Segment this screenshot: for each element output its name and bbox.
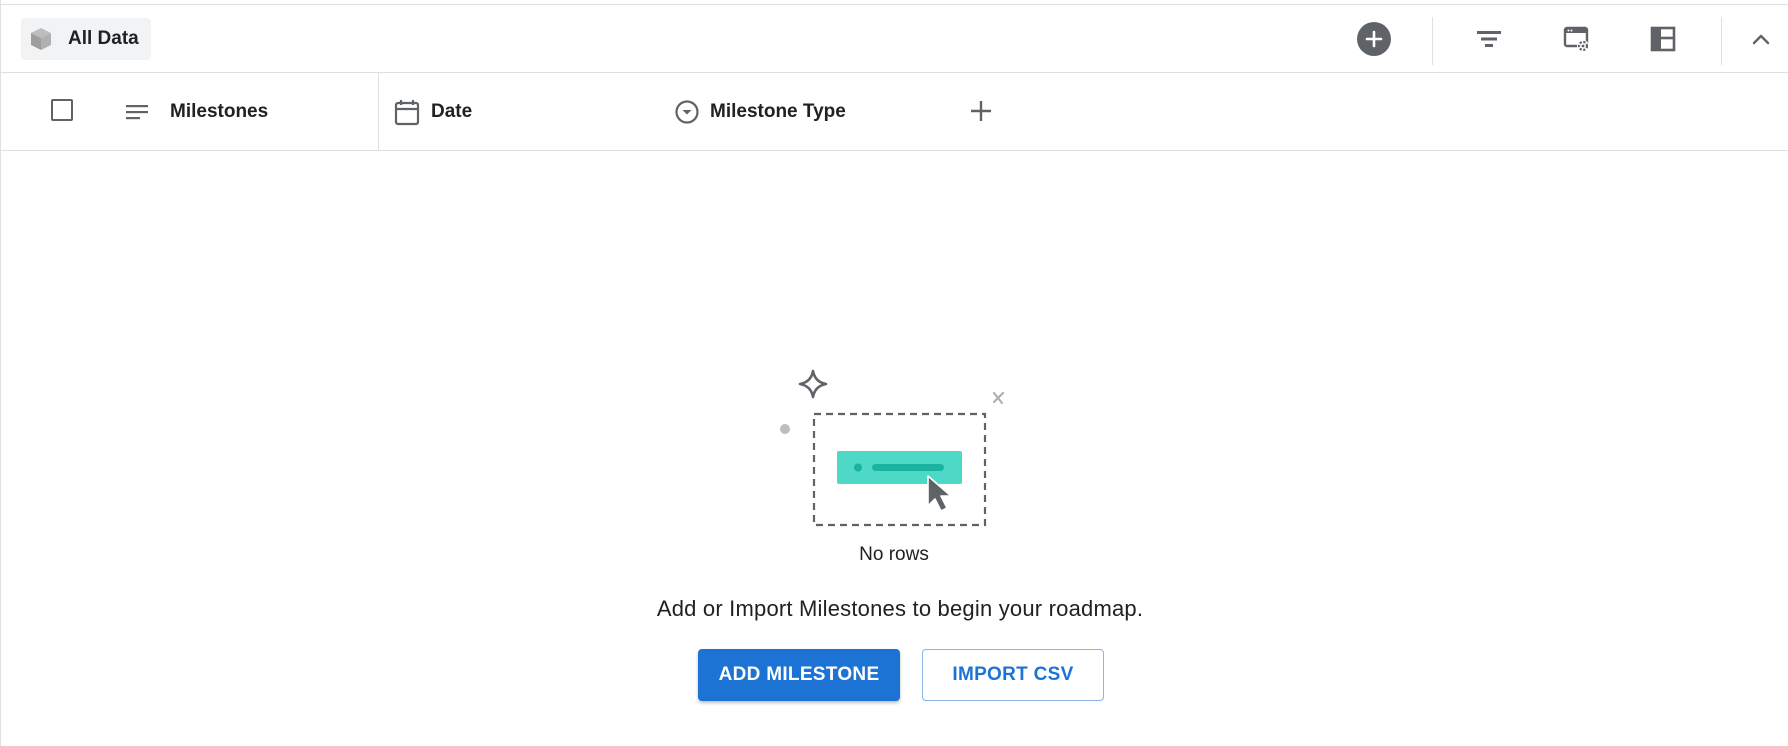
column-label: Date	[431, 100, 473, 122]
column-label: Milestones	[170, 100, 269, 122]
add-record-button[interactable]	[1357, 22, 1391, 56]
plus-icon	[971, 101, 991, 121]
table-header: Milestones Date Milestone Type	[0, 73, 1788, 151]
dot-decoration	[780, 424, 790, 434]
view-selector[interactable]: All Data	[21, 18, 151, 60]
cross-decoration	[992, 391, 1005, 405]
empty-state-title: No rows	[859, 544, 929, 565]
collapse-button[interactable]	[1744, 22, 1778, 56]
add-milestone-button[interactable]: ADD MILESTONE	[698, 649, 900, 701]
chevron-up-icon	[1752, 34, 1770, 45]
toolbar-separator	[1721, 17, 1722, 65]
filter-icon	[1477, 31, 1501, 47]
column-label: Milestone Type	[710, 100, 846, 122]
view-settings-button[interactable]	[1560, 22, 1594, 56]
layout-icon	[1650, 26, 1676, 52]
column-header-date[interactable]: Date	[394, 73, 472, 150]
empty-state-description: Add or Import Milestones to begin your r…	[656, 596, 1144, 621]
dropdown-circle-icon	[674, 99, 700, 125]
view-name: All Data	[68, 28, 139, 49]
column-header-milestone-type[interactable]: Milestone Type	[674, 73, 846, 150]
column-divider	[378, 73, 379, 150]
layout-button[interactable]	[1646, 22, 1680, 56]
cube-icon	[28, 26, 54, 52]
column-header-milestones[interactable]: Milestones	[125, 73, 268, 150]
add-circle-icon	[1357, 22, 1391, 56]
import-csv-button[interactable]: IMPORT CSV	[922, 649, 1104, 701]
add-column-button[interactable]	[966, 96, 996, 126]
toolbar-separator	[1432, 17, 1433, 65]
calendar-icon	[394, 98, 420, 126]
view-toolbar: All Data	[0, 5, 1788, 73]
sparkle-icon	[798, 369, 828, 399]
settings-window-icon	[1563, 26, 1589, 52]
select-all-checkbox[interactable]	[51, 99, 73, 121]
filter-button[interactable]	[1472, 22, 1506, 56]
empty-state-illustration	[770, 366, 1020, 536]
text-lines-icon	[125, 102, 149, 122]
